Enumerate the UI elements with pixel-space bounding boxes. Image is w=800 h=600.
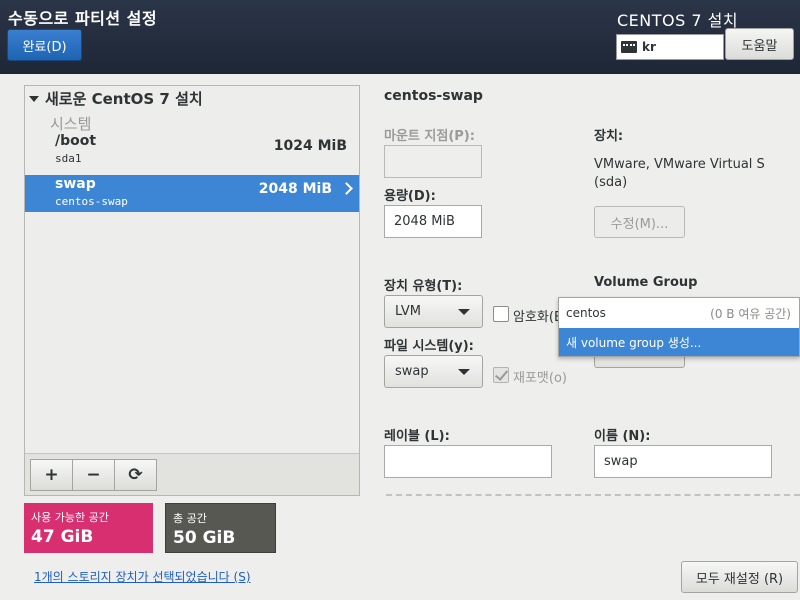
refresh-button[interactable]: ⟳	[114, 459, 157, 491]
partition-entry-swap[interactable]: swap centos-swap 2048 MiB	[25, 175, 359, 212]
partition-device: centos-swap	[55, 195, 128, 208]
section-divider	[386, 494, 800, 496]
available-space-label: 사용 가능한 공간	[31, 511, 109, 524]
volume-group-option-create-new[interactable]: 새 volume group 생성...	[559, 328, 799, 356]
keyboard-layout-label: kr	[642, 40, 656, 54]
system-section-label: 시스템	[50, 115, 92, 133]
label-field-label: 레이블 (L):	[384, 429, 450, 444]
done-button[interactable]: 완료(D)	[7, 29, 82, 61]
mount-point-label: 마운트 지점(P):	[384, 129, 475, 144]
total-space-value: 50 GiB	[173, 528, 236, 548]
device-type-combo[interactable]: LVM	[384, 295, 483, 328]
label-input[interactable]	[384, 445, 552, 478]
option-free-space: (0 B 여유 공간)	[710, 306, 791, 321]
capacity-label: 용량(D):	[384, 189, 436, 204]
name-input[interactable]: swap	[594, 445, 772, 478]
encrypt-label: 암호화(E	[513, 310, 563, 325]
keyboard-icon	[621, 41, 637, 53]
reset-all-button[interactable]: 모두 재설정 (R)	[681, 561, 798, 593]
total-space-box: 총 공간 50 GiB	[165, 503, 276, 553]
dropdown-arrow-icon	[458, 369, 470, 375]
filesystem-combo[interactable]: swap	[384, 355, 483, 388]
remove-partition-button[interactable]: −	[72, 459, 115, 491]
mount-point-input	[384, 145, 482, 178]
partition-size: 1024 MiB	[273, 138, 347, 154]
dropdown-arrow-icon	[458, 309, 470, 315]
total-space-label: 총 공간	[173, 512, 207, 525]
partition-entry-boot[interactable]: /boot sda1 1024 MiB	[25, 132, 359, 169]
install-title: CENTOS 7 설치	[617, 11, 739, 30]
partition-name: /boot	[55, 133, 97, 149]
available-space-value: 47 GiB	[31, 527, 94, 547]
device-type-value: LVM	[395, 304, 421, 319]
header-bar: 수동으로 파티션 설정 완료(D) CENTOS 7 설치 kr 도움말	[0, 0, 800, 74]
filesystem-label: 파일 시스템(y):	[384, 339, 474, 354]
partition-size: 2048 MiB	[258, 181, 332, 197]
partition-device: sda1	[55, 152, 82, 165]
option-name: 새 volume group 생성...	[566, 335, 702, 350]
keyboard-layout-indicator[interactable]: kr	[616, 34, 724, 60]
volume-group-label: Volume Group	[594, 275, 698, 290]
device-type-label: 장치 유형(T):	[384, 279, 463, 294]
partition-toolbar: + − ⟳	[25, 453, 359, 495]
chevron-right-icon	[340, 182, 353, 195]
page-title: 수동으로 파티션 설정	[8, 9, 158, 28]
device-value: VMware, VMware Virtual S (sda)	[594, 156, 784, 192]
storage-devices-link[interactable]: 1개의 스토리지 장치가 선택되었습니다 (S)	[34, 568, 251, 585]
reformat-checkbox	[493, 367, 509, 383]
install-group-title: 새로운 CentOS 7 설치	[45, 90, 203, 108]
filesystem-value: swap	[395, 364, 429, 379]
expander-triangle-icon[interactable]	[29, 95, 39, 102]
device-value-line1: VMware, VMware Virtual S	[594, 157, 765, 172]
partition-name: swap	[55, 176, 96, 192]
partition-list: 새로운 CentOS 7 설치 시스템 /boot sda1 1024 MiB …	[25, 86, 359, 453]
name-field-label: 이름 (N):	[594, 429, 651, 444]
partition-detail-title: centos-swap	[384, 88, 483, 104]
available-space-box: 사용 가능한 공간 47 GiB	[24, 503, 153, 553]
help-button[interactable]: 도움말	[725, 28, 794, 60]
option-name: centos	[566, 306, 606, 320]
capacity-input[interactable]: 2048 MiB	[384, 205, 482, 238]
device-label: 장치:	[594, 129, 624, 144]
install-group-header[interactable]: 새로운 CentOS 7 설치	[29, 88, 203, 109]
volume-group-option-centos[interactable]: centos (0 B 여유 공간)	[559, 299, 799, 327]
device-value-line2: (sda)	[594, 175, 628, 190]
volume-group-dropdown: centos (0 B 여유 공간) 새 volume group 생성...	[558, 297, 800, 357]
add-partition-button[interactable]: +	[30, 459, 73, 491]
reformat-label: 재포맷(o)	[513, 371, 567, 386]
modify-device-button: 수정(M)...	[594, 206, 685, 238]
encrypt-checkbox[interactable]	[493, 306, 509, 322]
partition-tree-panel: 새로운 CentOS 7 설치 시스템 /boot sda1 1024 MiB …	[24, 85, 360, 496]
